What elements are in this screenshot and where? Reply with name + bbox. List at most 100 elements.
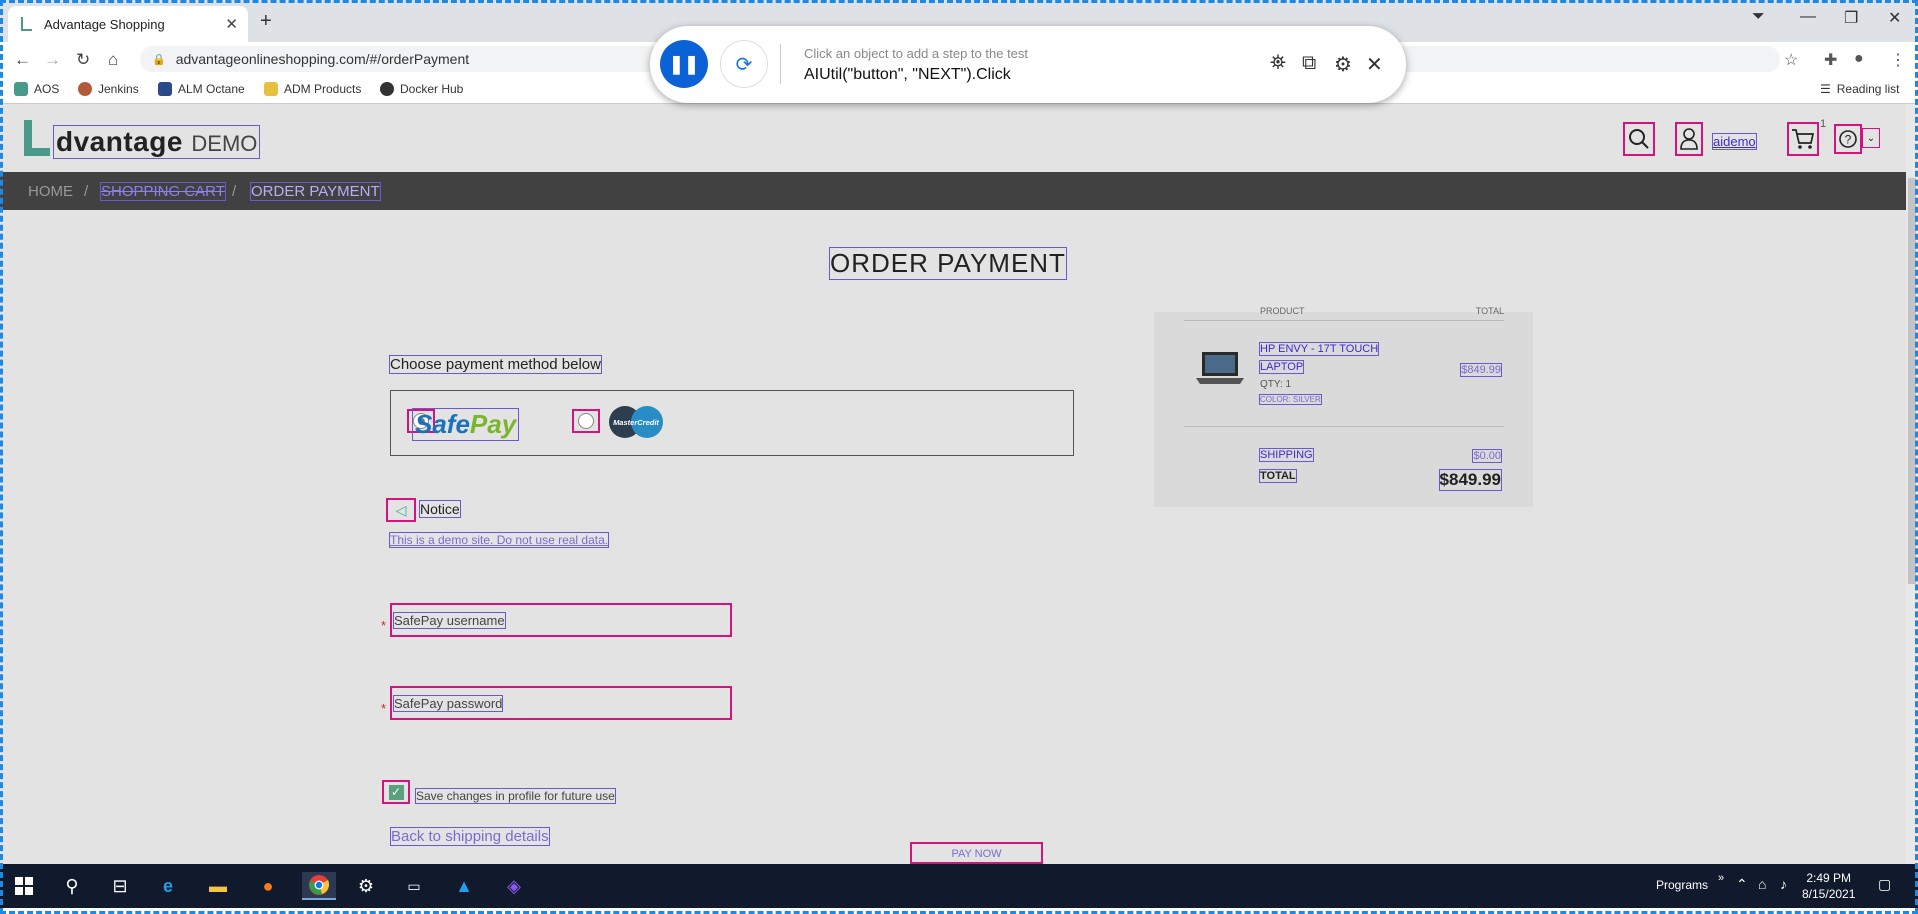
aos-icon bbox=[14, 82, 28, 96]
settings-gear-icon[interactable]: ⚙ bbox=[352, 872, 380, 900]
octane-app-icon[interactable]: ▲ bbox=[450, 872, 478, 900]
network-icon[interactable]: ⌂ bbox=[1758, 876, 1766, 892]
uft-app-icon[interactable]: ◈ bbox=[500, 872, 528, 900]
logo-text: dvantage bbox=[56, 126, 183, 157]
safepay-logo[interactable]: SafePay bbox=[411, 408, 520, 441]
mastercredit-text: MasterCredit bbox=[613, 418, 659, 427]
tab-title: Advantage Shopping bbox=[44, 16, 165, 32]
bookmark-star-icon[interactable]: ☆ bbox=[1784, 50, 1798, 70]
file-explorer-icon[interactable]: ▬ bbox=[204, 872, 232, 900]
advantage-logo[interactable]: dvantage DEMO bbox=[22, 118, 261, 159]
laptop-product-image[interactable] bbox=[1192, 348, 1248, 388]
browser-tab[interactable]: Advantage Shopping ✕ bbox=[8, 6, 248, 42]
task-view-icon[interactable]: ⊟ bbox=[106, 872, 134, 900]
product-name-line-1: HP ENVY - 17T TOUCH bbox=[1258, 342, 1380, 356]
docker-icon bbox=[380, 82, 394, 96]
breadcrumb-home[interactable]: HOME bbox=[28, 183, 73, 200]
logo-demo-text: DEMO bbox=[191, 131, 258, 156]
summary-header-product: PRODUCT bbox=[1260, 306, 1305, 316]
windows-start-icon[interactable] bbox=[10, 872, 38, 900]
notifications-icon[interactable]: ▢ bbox=[1878, 876, 1891, 893]
close-tab-icon[interactable]: ✕ bbox=[225, 15, 238, 33]
chevron-right-icon[interactable]: » bbox=[1718, 872, 1724, 884]
forward-icon[interactable]: → bbox=[44, 50, 61, 70]
product-name-link[interactable]: HP ENVY - 17T TOUCH LAPTOP bbox=[1258, 340, 1400, 376]
close-recorder-icon[interactable]: ✕ bbox=[1366, 52, 1383, 77]
firefox-icon[interactable]: ● bbox=[254, 872, 282, 900]
save-profile-label: Save changes in profile for future use bbox=[415, 788, 616, 804]
chrome-icon[interactable] bbox=[302, 872, 336, 900]
scrollbar-thumb[interactable] bbox=[1908, 178, 1916, 584]
profile-dropdown-icon[interactable]: ⏷ bbox=[1752, 8, 1765, 26]
breadcrumb-order-payment: ORDER PAYMENT bbox=[250, 182, 381, 201]
menu-icon[interactable]: ⋮ bbox=[1890, 50, 1906, 70]
page-scrollbar[interactable] bbox=[1906, 104, 1918, 864]
spy-icon[interactable]: ⛯ bbox=[1270, 52, 1286, 75]
bookmark-docker-hub[interactable]: Docker Hub bbox=[380, 82, 463, 96]
bookmark-aos[interactable]: AOS bbox=[14, 82, 59, 96]
bookmark-adm-products[interactable]: ADM Products bbox=[264, 82, 361, 96]
object-select-icon[interactable]: ⧉ bbox=[1302, 52, 1316, 75]
cart-count-badge: 1 bbox=[1820, 118, 1827, 130]
new-tab-button[interactable]: + bbox=[260, 10, 272, 33]
minimize-icon[interactable]: — bbox=[1800, 8, 1816, 26]
profile-icon[interactable]: ● bbox=[1854, 50, 1864, 68]
cart-icon bbox=[1792, 129, 1815, 149]
recorder-divider bbox=[780, 44, 781, 84]
username-link[interactable]: aidemo bbox=[1712, 133, 1757, 150]
search-icon bbox=[1629, 129, 1649, 149]
search-button[interactable] bbox=[1623, 122, 1655, 156]
bottom-strip bbox=[0, 908, 1918, 914]
safepay-password-field[interactable]: SafePay password bbox=[390, 686, 732, 720]
bookmark-alm-octane[interactable]: ALM Octane bbox=[158, 82, 245, 96]
refresh-recorder-button[interactable]: ⟳ bbox=[720, 40, 768, 88]
jenkins-icon bbox=[78, 82, 92, 96]
internet-explorer-icon[interactable]: e bbox=[154, 872, 182, 900]
notice-text: This is a demo site. Do not use real dat… bbox=[388, 532, 610, 548]
back-icon[interactable]: ← bbox=[14, 50, 31, 70]
bookmark-label: ADM Products bbox=[284, 82, 362, 96]
mastercredit-radio[interactable] bbox=[572, 409, 600, 433]
breadcrumb-separator: / bbox=[84, 183, 89, 200]
close-window-icon[interactable]: ✕ bbox=[1888, 8, 1901, 28]
programs-label[interactable]: Programs bbox=[1656, 878, 1708, 892]
mastercredit-logo[interactable]: MasterCredit bbox=[607, 405, 665, 439]
help-icon: ? bbox=[1839, 130, 1857, 148]
payment-method-box: SafePay MasterCredit bbox=[390, 390, 1074, 456]
payment-method-label: Choose payment method below bbox=[389, 355, 602, 374]
save-profile-checkbox[interactable]: ✓ bbox=[382, 780, 410, 804]
search-icon[interactable]: ⚲ bbox=[58, 872, 86, 900]
volume-icon[interactable]: ♪ bbox=[1780, 876, 1787, 892]
total-value: $849.99 bbox=[1438, 469, 1503, 491]
user-menu-button[interactable] bbox=[1675, 122, 1703, 156]
safepay-username-label: SafePay username bbox=[393, 612, 506, 629]
settings-gear-icon[interactable]: ⚙ bbox=[1334, 52, 1352, 77]
product-color: COLOR: SILVER bbox=[1259, 394, 1322, 405]
bookmark-label: Docker Hub bbox=[400, 82, 464, 96]
page-title: ORDER PAYMENT bbox=[829, 247, 1067, 280]
reading-list[interactable]: ☰ Reading list bbox=[1820, 82, 1899, 96]
windows-taskbar: ⚲ ⊟ e ▬ ● ⚙ ▭ ▲ ◈ Programs » ⌃ ⌂ ♪ 2:49 … bbox=[0, 864, 1918, 908]
safepay-logo-text-2: Pay bbox=[469, 409, 517, 439]
taskbar-clock[interactable]: 2:49 PM 8/15/2021 bbox=[1802, 870, 1855, 902]
help-dropdown-button[interactable]: ⌄ bbox=[1862, 128, 1880, 148]
pay-now-button[interactable]: PAY NOW bbox=[910, 842, 1043, 864]
show-hidden-icons[interactable]: ⌃ bbox=[1736, 876, 1748, 893]
checkmark-icon: ✓ bbox=[388, 784, 404, 800]
reading-list-icon: ☰ bbox=[1820, 82, 1831, 96]
notice-title: Notice bbox=[419, 500, 461, 518]
breadcrumb-shopping-cart[interactable]: SHOPPING CART bbox=[100, 182, 226, 201]
terminal-icon[interactable]: ▭ bbox=[400, 872, 428, 900]
safepay-username-field[interactable]: SafePay username bbox=[390, 603, 732, 637]
reload-icon[interactable]: ↻ bbox=[76, 50, 90, 70]
back-to-shipping-link[interactable]: Back to shipping details bbox=[390, 827, 550, 846]
extensions-icon[interactable]: ✚ bbox=[1824, 50, 1837, 70]
lock-icon: 🔒 bbox=[152, 53, 166, 66]
bookmark-jenkins[interactable]: Jenkins bbox=[78, 82, 139, 96]
home-icon[interactable]: ⌂ bbox=[108, 50, 118, 70]
cart-button[interactable] bbox=[1787, 122, 1819, 156]
help-button[interactable]: ? bbox=[1834, 124, 1862, 154]
pause-recording-button[interactable]: ❚❚ bbox=[660, 40, 708, 88]
restore-icon[interactable]: ❐ bbox=[1844, 8, 1858, 28]
summary-divider bbox=[1184, 320, 1504, 321]
